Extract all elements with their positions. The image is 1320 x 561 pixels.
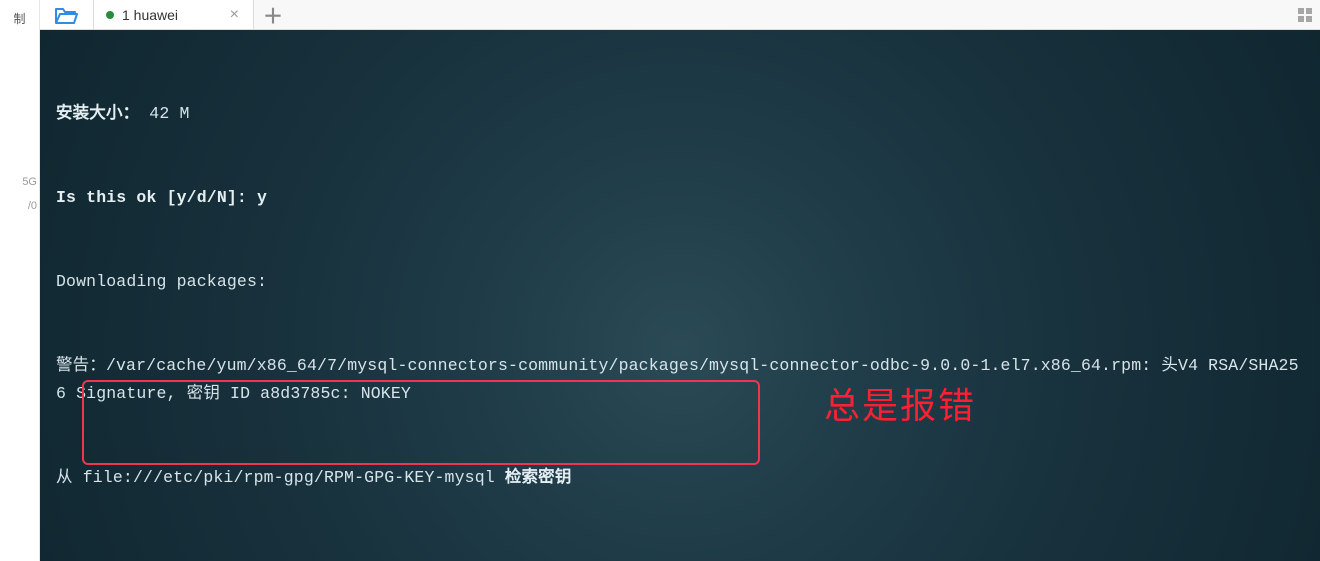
- term-line: 从 file:///etc/pki/rpm-gpg/RPM-GPG-KEY-my…: [56, 464, 1304, 492]
- folder-open-icon: [55, 5, 79, 25]
- tab-bar: 1 huawei × ＋: [40, 0, 1320, 30]
- app-root: 制 5G /0 1 huawei × ＋: [0, 0, 1320, 561]
- grid-icon: [1298, 8, 1312, 22]
- term-line: 安装大小： 42 M: [56, 100, 1304, 128]
- term-line: 警告：/var/cache/yum/x86_64/7/mysql-connect…: [56, 352, 1304, 408]
- close-icon[interactable]: ×: [228, 5, 241, 25]
- session-tab[interactable]: 1 huawei ×: [94, 0, 254, 29]
- add-tab-button[interactable]: ＋: [254, 0, 292, 29]
- left-top-label: 制: [0, 0, 39, 38]
- left-stat-1: 5G: [0, 76, 39, 190]
- term-line: Downloading packages:: [56, 268, 1304, 296]
- main-column: 1 huawei × ＋ 安装大小： 42 M Is this ok [y/d/…: [40, 0, 1320, 561]
- left-stat-2: /0: [0, 190, 39, 214]
- folder-tab[interactable]: [40, 0, 94, 29]
- terminal-pane[interactable]: 安装大小： 42 M Is this ok [y/d/N]: y Downloa…: [40, 30, 1320, 561]
- annotation-text: 总是报错: [824, 392, 976, 420]
- left-sidebar: 制 5G /0: [0, 0, 40, 561]
- term-line: Is this ok [y/d/N]: y: [56, 184, 1304, 212]
- term-line: [56, 548, 1304, 561]
- session-tab-title: 1 huawei: [122, 7, 220, 23]
- status-dot-icon: [106, 11, 114, 19]
- grid-menu-button[interactable]: [1290, 0, 1320, 29]
